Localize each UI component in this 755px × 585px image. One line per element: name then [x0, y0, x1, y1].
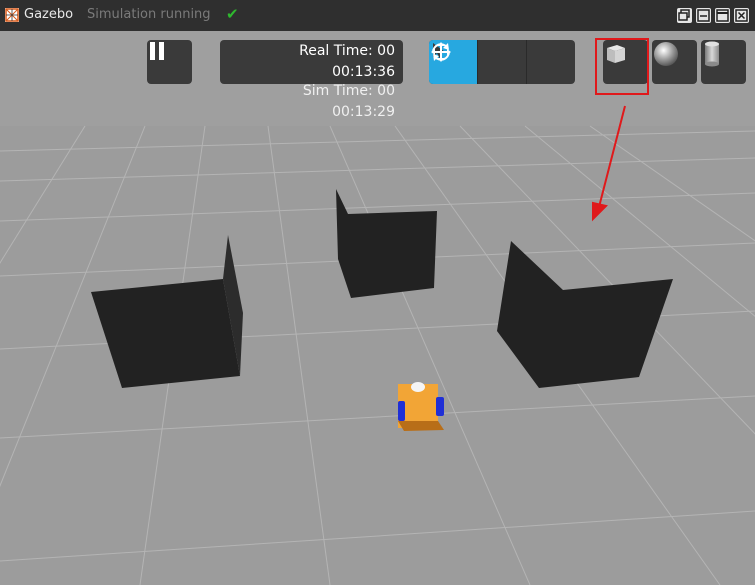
manipulation-tools [429, 40, 575, 84]
rotate-mode-button[interactable] [432, 40, 575, 84]
gazebo-logo-icon [5, 8, 19, 22]
highlight-box [595, 38, 649, 95]
real-time-label: Real Time: 00 [299, 43, 395, 59]
restore-icon[interactable] [677, 8, 692, 23]
cylinder-icon [705, 41, 719, 67]
sim-time-value: 00:13:29 [332, 104, 395, 120]
simulation-status: Simulation running [87, 7, 211, 22]
3d-viewport[interactable]: Real Time: 00 00:13:36 Sim Time: 00 00:1… [0, 31, 755, 585]
sim-time-label: Sim Time: 00 [302, 83, 395, 99]
maximize-icon[interactable] [715, 8, 730, 23]
title-bar: Gazebo Simulation running ✔ [0, 0, 755, 31]
check-icon: ✔ [226, 5, 239, 23]
minimize-icon[interactable] [696, 8, 711, 23]
cylinder-shape-button[interactable] [701, 40, 746, 84]
app-title: Gazebo [24, 7, 74, 22]
time-panel: Real Time: 00 00:13:36 [220, 40, 403, 84]
pause-icon [150, 42, 164, 60]
rotate-icon [432, 43, 450, 61]
gazebo-window: Gazebo Simulation running ✔ Real Time: 0… [0, 0, 755, 585]
close-icon[interactable] [734, 8, 749, 23]
sphere-shape-button[interactable] [652, 40, 697, 84]
translate-mode-button[interactable] [431, 40, 527, 84]
sphere-icon [654, 42, 678, 66]
window-controls [677, 8, 749, 23]
pause-button[interactable] [147, 40, 192, 84]
real-time-value: 00:13:36 [332, 64, 395, 80]
robot-car [398, 382, 444, 431]
